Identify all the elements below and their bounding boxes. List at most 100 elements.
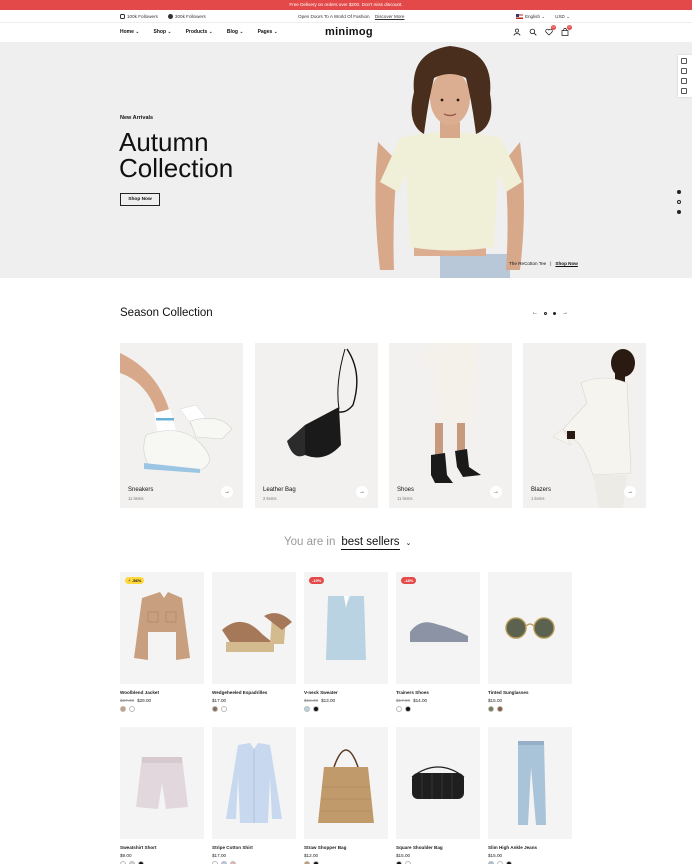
- product-image[interactable]: -19%: [304, 572, 388, 684]
- product-name[interactable]: Wedgeheeled Espadrilles: [212, 690, 296, 695]
- category-count: 2 items: [263, 496, 277, 501]
- category-card-leather-bag[interactable]: Leather Bag 2 items →: [255, 343, 378, 508]
- sneakers-image: [120, 343, 243, 508]
- nav-item-shop[interactable]: Shop ⌄: [154, 29, 172, 35]
- product-image[interactable]: [120, 727, 204, 839]
- discount-badge: -19%: [309, 577, 325, 584]
- promo-banner: Free Delivery on orders over $200. Don't…: [0, 0, 692, 10]
- product-image[interactable]: [304, 727, 388, 839]
- announcement-text: Open Doors To A World Of Fashion: [298, 14, 370, 19]
- nav-menu: Home ⌄ Shop ⌄ Products ⌄ Blog ⌄ Pages ⌄: [120, 29, 278, 35]
- product-card[interactable]: Straw Shopper Bag $12.00: [304, 727, 388, 864]
- cart-count-badge: 0: [567, 25, 572, 30]
- facebook-link[interactable]: 300k Followers: [167, 14, 206, 20]
- arrow-right-icon[interactable]: →: [221, 486, 233, 498]
- arrow-right-icon[interactable]: →: [562, 310, 568, 316]
- hero-caption-shop-link[interactable]: Shop Now: [555, 261, 577, 266]
- product-card[interactable]: -18% Trainers Shoes $17.00 $14.00: [396, 572, 480, 712]
- site-logo[interactable]: minimog: [325, 26, 373, 38]
- hero-shop-now-button[interactable]: Shop Now: [120, 193, 160, 206]
- color-swatch[interactable]: [304, 706, 310, 712]
- product-name[interactable]: Sweatshirt Short: [120, 845, 204, 850]
- product-name[interactable]: Straw Shopper Bag: [304, 845, 388, 850]
- product-image[interactable]: [488, 727, 572, 839]
- cart-icon[interactable]: 0: [561, 25, 572, 36]
- chevron-down-icon: ⌄: [566, 14, 570, 19]
- currency-selector[interactable]: USD ⌄: [555, 14, 570, 20]
- product-card[interactable]: Wedgeheeled Espadrilles $17.00: [212, 572, 296, 712]
- tab-dropdown[interactable]: best sellers: [341, 536, 400, 550]
- category-count: 1 items: [531, 496, 545, 501]
- chevron-down-icon[interactable]: ⌄: [406, 539, 412, 547]
- color-swatch[interactable]: [313, 706, 319, 712]
- color-swatch[interactable]: [212, 706, 218, 712]
- product-card[interactable]: Square Shoulder Bag $15.00: [396, 727, 480, 864]
- product-card[interactable]: ⚡ -56% Woolblend Jacket $37.00 $29.00: [120, 572, 204, 712]
- tag-icon[interactable]: [681, 58, 687, 64]
- slider-dot-active[interactable]: [544, 311, 547, 315]
- arrow-right-icon[interactable]: →: [356, 486, 368, 498]
- product-name[interactable]: Trainers Shoes: [396, 690, 480, 695]
- wishlist-icon[interactable]: 0: [545, 25, 556, 36]
- product-card[interactable]: Stripe Cotton Shirt $17.00: [212, 727, 296, 864]
- product-card[interactable]: Sweatshirt Short $9.00: [120, 727, 204, 864]
- account-icon[interactable]: [513, 28, 521, 36]
- product-name[interactable]: Tinted Sunglasses: [488, 690, 572, 695]
- hero-dot[interactable]: [677, 190, 681, 194]
- hero-dot[interactable]: [677, 210, 681, 214]
- color-swatch[interactable]: [221, 706, 227, 712]
- search-icon[interactable]: [529, 28, 537, 36]
- product-name[interactable]: Woolblend Jacket: [120, 690, 204, 695]
- color-swatches: [304, 706, 388, 712]
- nav-item-products[interactable]: Products ⌄: [186, 29, 213, 35]
- product-name[interactable]: Square Shoulder Bag: [396, 845, 480, 850]
- facebook-followers: 300k Followers: [174, 14, 206, 19]
- category-card-shoes[interactable]: Shoes 11 items →: [389, 343, 512, 508]
- product-image[interactable]: [212, 572, 296, 684]
- category-card-sneakers[interactable]: Sneakers 11 items →: [120, 343, 243, 508]
- color-swatch[interactable]: [396, 706, 402, 712]
- discover-more-link[interactable]: Discover More: [375, 14, 405, 19]
- product-card[interactable]: Tinted Sunglasses $15.00: [488, 572, 572, 712]
- wishlist-count-badge: 0: [551, 25, 556, 30]
- color-swatch[interactable]: [129, 706, 135, 712]
- product-image[interactable]: [212, 727, 296, 839]
- hero-dot-active[interactable]: [677, 200, 681, 204]
- current-price: $9.00: [120, 853, 132, 858]
- arrow-right-icon[interactable]: →: [490, 486, 502, 498]
- original-price: $17.00: [396, 698, 411, 703]
- nav-item-label: Shop: [153, 29, 167, 35]
- slider-dot[interactable]: [553, 311, 556, 315]
- arrow-right-icon[interactable]: →: [624, 486, 636, 498]
- category-label: Leather Bag: [263, 487, 296, 493]
- instagram-link[interactable]: 100k Followers: [120, 14, 158, 20]
- hero-eyebrow: New Arrivals: [120, 115, 154, 121]
- arrow-left-icon[interactable]: ←: [532, 310, 538, 316]
- nav-item-blog[interactable]: Blog ⌄: [227, 29, 244, 35]
- product-card[interactable]: Slim High Ankle Jeans $15.00: [488, 727, 572, 864]
- color-swatch[interactable]: [497, 706, 503, 712]
- bag-icon[interactable]: [681, 88, 687, 94]
- book-icon[interactable]: [681, 78, 687, 84]
- product-image[interactable]: [488, 572, 572, 684]
- product-image[interactable]: [396, 727, 480, 839]
- nav-item-pages[interactable]: Pages ⌄: [258, 29, 278, 35]
- category-card-blazers[interactable]: Blazers 1 items →: [523, 343, 646, 508]
- hero-title-line-1: Autumn: [119, 127, 209, 157]
- product-price: $12.00: [304, 853, 388, 858]
- chevron-down-icon: ⌄: [541, 14, 546, 19]
- settings-icon[interactable]: [681, 68, 687, 74]
- product-card[interactable]: -19% V-neck Sweater $16.00 $13.00: [304, 572, 388, 712]
- color-swatch[interactable]: [405, 706, 411, 712]
- product-name[interactable]: V-neck Sweater: [304, 690, 388, 695]
- product-image[interactable]: ⚡ -56%: [120, 572, 204, 684]
- nav-item-home[interactable]: Home ⌄: [120, 29, 140, 35]
- hero-caption: The ReCotton Tee | Shop Now: [509, 261, 578, 266]
- instagram-icon: [120, 14, 125, 20]
- product-image[interactable]: -18%: [396, 572, 480, 684]
- color-swatch[interactable]: [488, 706, 494, 712]
- product-name[interactable]: Stripe Cotton Shirt: [212, 845, 296, 850]
- product-name[interactable]: Slim High Ankle Jeans: [488, 845, 572, 850]
- language-selector[interactable]: English ⌄: [515, 14, 546, 20]
- color-swatch[interactable]: [120, 706, 126, 712]
